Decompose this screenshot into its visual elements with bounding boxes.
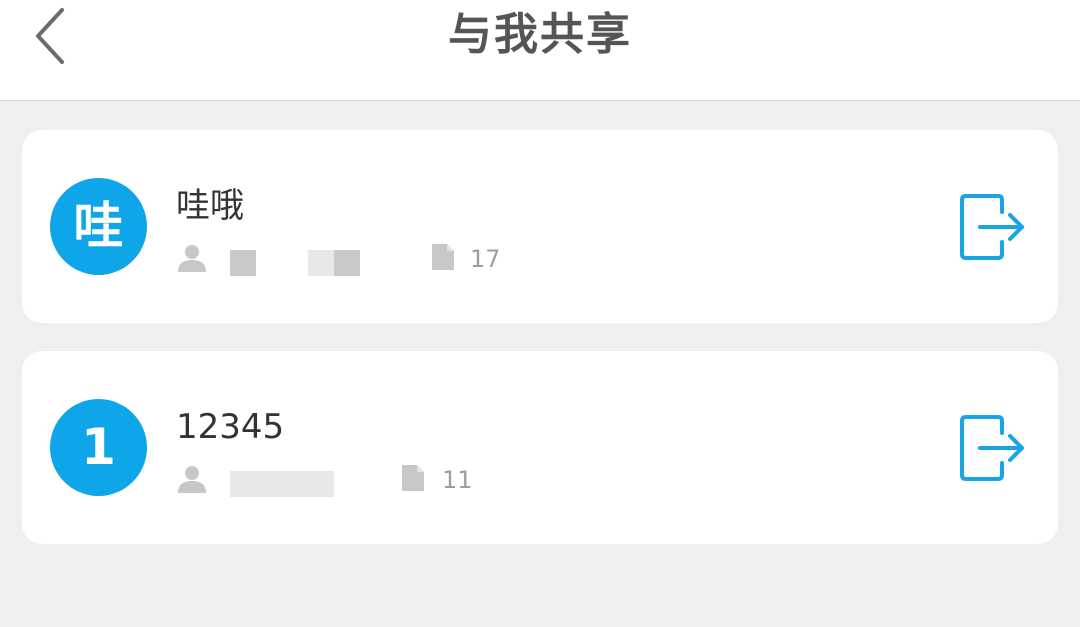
share-card[interactable]: 1 12345 11 [22,351,1058,544]
top-bar: 与我共享 [0,0,1080,101]
user-icon [178,466,206,493]
share-meta: 11 [176,459,516,499]
file-icon [432,244,454,270]
share-name: 哇哦 [176,186,244,226]
exit-share-icon[interactable] [958,413,1028,483]
exit-share-icon[interactable] [958,192,1028,262]
file-count: 11 [442,466,473,494]
share-meta: 17 [176,238,516,278]
file-icon [402,465,424,491]
avatar: 1 [50,399,147,496]
share-name: 12345 [176,407,285,447]
user-icon [178,245,206,272]
share-card[interactable]: 哇 哇哦 17 [22,130,1058,323]
file-count: 17 [470,245,501,273]
page-title: 与我共享 [448,9,632,60]
avatar: 哇 [50,178,147,275]
